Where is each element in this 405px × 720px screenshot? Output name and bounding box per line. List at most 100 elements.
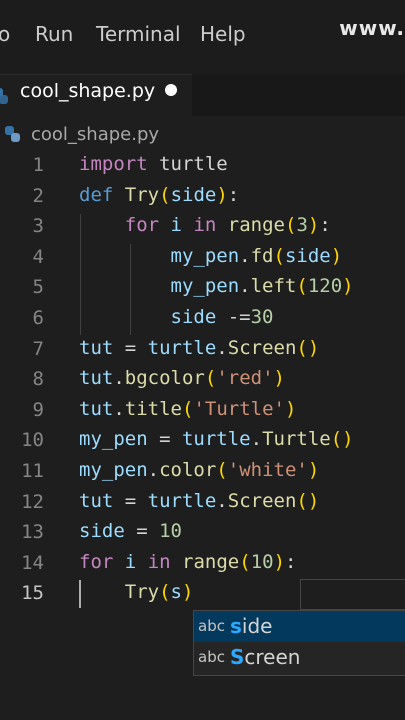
menu-item-terminal[interactable]: Terminal [96,22,181,46]
code-text: my_pen = turtle.Turtle() [79,428,354,450]
code-token: ) [182,581,194,604]
code-token: 3 [296,214,308,237]
code-token: ( [216,459,228,481]
code-token: () [296,489,320,512]
code-line[interactable]: 4 my_pen.fd(side) [0,244,405,274]
code-token: . [113,367,125,390]
code-line[interactable]: 5 my_pen.left(120) [0,274,405,304]
menu-item-help[interactable]: Help [200,22,246,46]
code-token: side [170,306,217,328]
editor-tab-cool-shape[interactable]: cool_shape.py [0,74,192,117]
code-line[interactable]: 10 my_pen = turtle.Turtle() [0,427,405,457]
suggestion-label: Screen [230,645,300,669]
code-token: ( [159,581,171,604]
code-token: range [182,550,240,573]
code-token: turtle [147,489,217,512]
line-number: 9 [32,398,44,421]
code-text: side = 10 [79,520,182,542]
code-token: 10 [159,520,182,543]
code-text: tut.title('Turtle') [79,398,296,420]
breadcrumb-file[interactable]: cool_shape.py [31,124,159,145]
code-text: side -=30 [79,306,274,328]
code-line[interactable]: 7 tut = turtle.Screen() [0,336,405,366]
code-token: my_pen [79,459,148,481]
code-line[interactable]: 3 for i in range(3): [0,213,405,243]
tab-label: cool_shape.py [20,80,156,102]
code-token: import [79,153,148,175]
code-token: color [159,459,217,481]
line-number: 14 [21,551,44,574]
code-token: ) [330,244,343,267]
code-token: : [227,183,240,206]
code-line[interactable]: 2 def Try(side): [0,183,405,213]
code-token: title [124,397,182,420]
code-text: Try(s) [79,581,194,604]
code-token: Screen [227,489,297,512]
line-number: 7 [32,337,44,360]
line-number: 13 [21,521,44,544]
watermark: www. [339,16,405,40]
line-number: 12 [21,490,44,513]
code-token: ) [307,459,320,481]
code-token: . [147,459,160,481]
code-text: import turtle [79,153,228,175]
suggestion-rest: ide [241,614,273,638]
code-token: for [124,214,160,237]
suggestion-label: side [230,614,272,638]
line-number: 10 [21,429,44,452]
code-token: . [239,244,251,267]
code-token: ) [216,183,228,206]
code-line[interactable]: 9 tut.title('Turtle') [0,397,405,427]
code-line[interactable]: 11 my_pen.color('white') [0,458,405,488]
text-kind-icon: abc [198,617,225,635]
code-token: ( [239,550,251,573]
code-line[interactable]: 13 side = 10 [0,519,405,549]
code-line[interactable]: 6 side -=30 [0,305,405,335]
code-token: tut [79,367,114,390]
code-token: turtle [147,336,217,359]
line-number: 8 [32,368,44,391]
code-token: . [216,489,228,512]
code-token: for [79,550,114,573]
code-token: bgcolor [124,367,205,390]
code-text: my_pen.color('white') [79,459,319,481]
line-number: 11 [21,460,44,482]
line-number: 4 [32,245,44,268]
line-number: 15 [21,582,44,605]
unsaved-dot-icon[interactable] [165,84,177,96]
code-token: = [124,520,160,543]
line-number: 1 [32,154,44,176]
menu-bar: o Run Terminal Help www. [0,0,405,74]
suggestion-item[interactable]: abc Screen [194,642,405,673]
code-token: range [227,214,285,237]
code-line[interactable]: 14 for i in range(10): [0,550,405,580]
code-token: side [284,244,331,267]
code-token: ) [273,367,285,390]
code-token: turtle [147,153,228,175]
code-text: my_pen.left(120) [79,275,354,297]
code-token: ( [285,214,297,237]
code-line[interactable]: 12 tut = turtle.Screen() [0,489,405,519]
code-token: Try [124,581,160,604]
menu-item-go[interactable]: o [0,22,10,46]
code-line[interactable]: 1 import turtle [0,152,405,182]
suggestion-rest: creen [244,645,301,669]
code-text: for i in range(3): [79,214,331,236]
code-token: side [79,520,125,543]
code-token: left [250,275,297,298]
code-line[interactable]: 8 tut.bgcolor('red') [0,366,405,396]
python-icon [0,88,8,104]
menu-item-run[interactable]: Run [35,22,73,46]
code-token: = [147,428,182,451]
code-token: my_pen [170,244,240,267]
code-token: i [170,214,182,237]
tab-bar: cool_shape.py [0,74,405,117]
code-token: . [113,397,125,420]
code-token: my_pen [170,275,240,298]
suggestion-item[interactable]: abc side [194,611,405,642]
